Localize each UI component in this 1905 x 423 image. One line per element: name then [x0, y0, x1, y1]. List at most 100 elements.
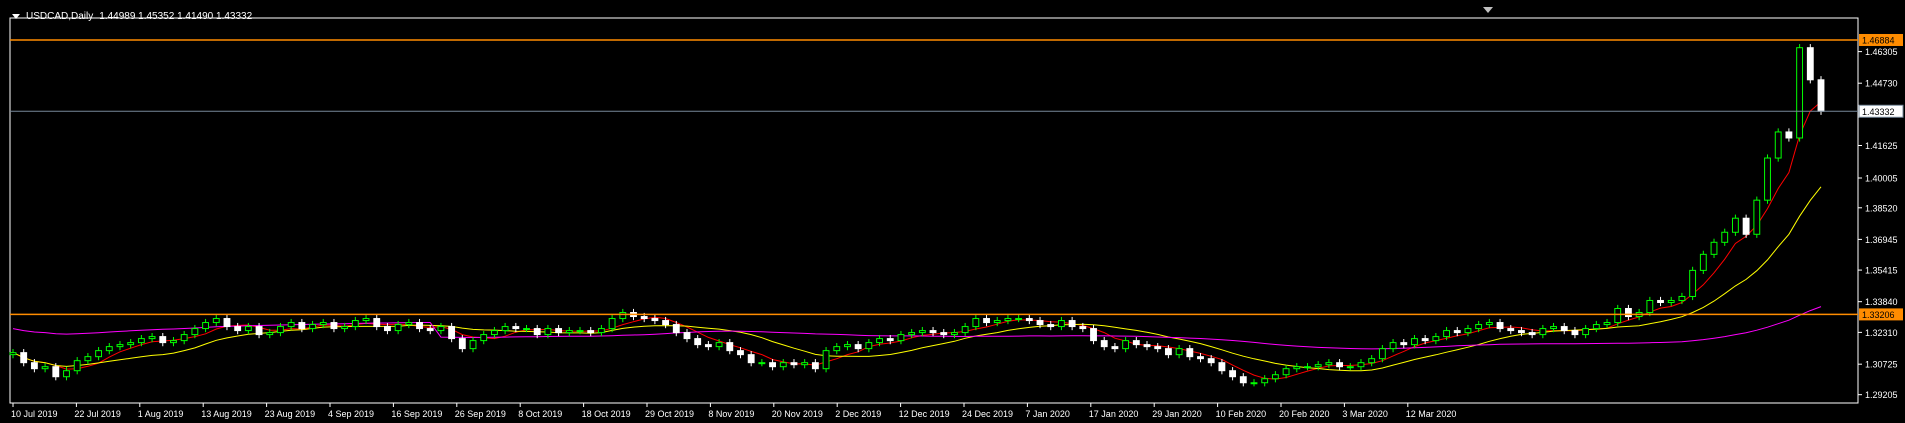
candle-body	[234, 326, 242, 332]
candle-body	[148, 336, 156, 340]
candle-body	[1058, 320, 1065, 328]
candle-body	[1015, 318, 1023, 321]
candle-body	[458, 338, 466, 350]
candle-body	[876, 338, 883, 344]
candle-body	[330, 322, 338, 330]
candle-body	[20, 352, 28, 364]
chart-shift-marker-icon[interactable]	[1483, 7, 1493, 13]
candle-body	[1164, 348, 1172, 356]
candlestick-chart[interactable]: 1.46305 1.44730 1.41625 1.40005 1.38520 1.369…	[0, 0, 1905, 423]
candle-body	[223, 318, 231, 328]
candle-body	[1100, 340, 1108, 348]
candle-body	[694, 338, 702, 346]
candle-body	[1774, 131, 1782, 159]
candle-body	[437, 326, 445, 332]
candle-body	[426, 328, 434, 332]
candle-body	[277, 326, 284, 334]
candle-body	[929, 330, 937, 334]
candle-body	[127, 342, 135, 346]
x-tick-label: 16 Sep 2019	[391, 409, 442, 419]
candle-body	[1325, 362, 1333, 366]
candle-body	[758, 362, 766, 365]
candle-body	[1699, 253, 1707, 271]
candle-body	[1731, 217, 1739, 233]
candle-body	[1068, 320, 1076, 328]
candle-body	[1389, 342, 1397, 350]
candle-body	[726, 342, 734, 352]
candle-body	[1368, 358, 1376, 364]
candle-body	[1518, 330, 1525, 334]
candle-body	[1528, 332, 1536, 336]
candle-body	[41, 366, 49, 370]
candle-body	[1539, 328, 1547, 336]
x-tick-label: 26 Sep 2019	[455, 409, 506, 419]
candle-body	[597, 328, 605, 334]
candle-body	[640, 316, 648, 320]
candle-body	[341, 326, 349, 330]
candle-body	[737, 350, 744, 356]
candle-body	[1464, 328, 1472, 334]
candle-body	[1186, 348, 1194, 358]
x-tick-label: 1 Aug 2019	[138, 409, 184, 419]
candle-body	[1603, 322, 1611, 326]
candle-body	[790, 362, 798, 366]
candle-body	[1357, 362, 1365, 368]
x-tick-label: 20 Feb 2020	[1279, 409, 1330, 419]
candle-body	[1689, 269, 1697, 297]
chart-window[interactable]: 1.46305 1.44730 1.41625 1.40005 1.38520 1.369…	[0, 0, 1905, 423]
x-tick-label: 3 Mar 2020	[1342, 409, 1388, 419]
candle-body	[1678, 295, 1686, 301]
candle-body	[266, 332, 274, 336]
x-tick-label: 24 Dec 2019	[962, 409, 1013, 419]
candle-body	[1432, 336, 1440, 342]
candle-body	[1111, 346, 1119, 350]
candle-body	[544, 328, 552, 336]
candle-body	[822, 350, 830, 370]
x-tick-label: 8 Nov 2019	[708, 409, 754, 419]
x-tick-label: 29 Oct 2019	[645, 409, 694, 419]
candle-body	[1218, 362, 1226, 372]
ma-fast-line	[12, 101, 1822, 380]
candle-body	[84, 356, 92, 362]
candle-body	[1207, 358, 1215, 364]
candle-body	[801, 362, 809, 366]
candle-body	[1625, 308, 1632, 318]
candle-body	[1582, 328, 1590, 336]
candle-body	[619, 312, 627, 320]
candle-body	[993, 320, 1001, 324]
symbol-period-label: USDCAD,Daily	[26, 10, 94, 22]
candle-body	[180, 334, 188, 342]
candle-body	[683, 332, 691, 340]
candle-body	[73, 360, 81, 372]
y-tick-label: 1.32310	[1865, 328, 1898, 338]
candle-body	[961, 326, 969, 334]
x-tick-label: 13 Aug 2019	[201, 409, 252, 419]
candle-body	[501, 326, 509, 332]
candle-body	[512, 326, 520, 330]
candle-body	[1657, 299, 1664, 303]
candle-body	[1261, 378, 1269, 384]
collapse-triangle-icon[interactable]	[12, 13, 20, 19]
candle-body	[1817, 79, 1825, 112]
candle-body	[1667, 299, 1675, 303]
x-tick-label: 20 Nov 2019	[772, 409, 823, 419]
candle-body	[373, 318, 381, 328]
candle-body	[587, 330, 595, 334]
ma-mid-line	[12, 186, 1822, 372]
candle-body	[1239, 376, 1247, 384]
candle-body	[523, 328, 530, 331]
candle-body	[416, 322, 423, 330]
candle-body	[908, 332, 916, 336]
candle-body	[1314, 364, 1322, 368]
candle-body	[940, 332, 948, 336]
candle-body	[1004, 318, 1012, 322]
candle-body	[1250, 382, 1258, 385]
candle-body	[1336, 362, 1344, 368]
candle-body	[362, 318, 370, 322]
candle-body	[9, 352, 17, 356]
y-tick-label: 1.33840	[1865, 297, 1898, 307]
candle-body	[137, 338, 145, 344]
x-tick-label: 22 Jul 2019	[74, 409, 121, 419]
candle-body	[394, 324, 402, 332]
y-tick-label: 1.44730	[1865, 79, 1898, 89]
